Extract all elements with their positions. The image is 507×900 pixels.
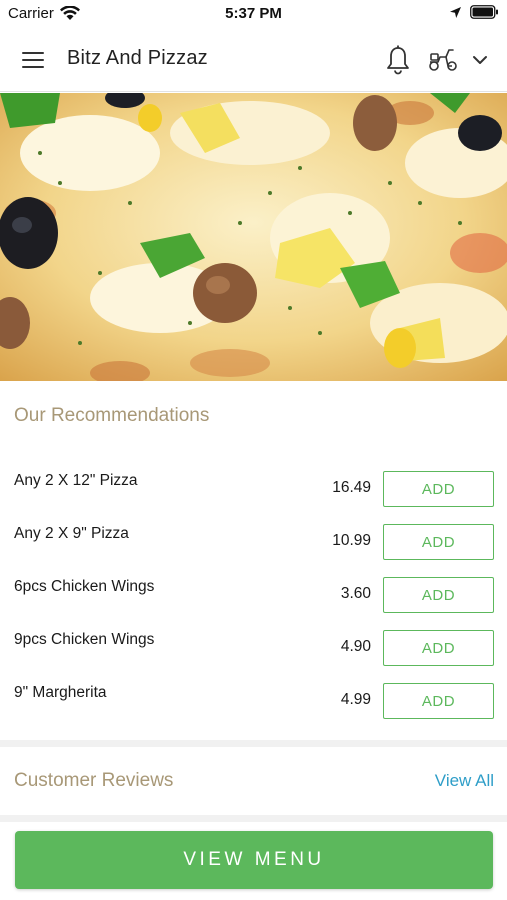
delivery-mode-button[interactable]	[427, 47, 459, 73]
item-price: 4.90	[340, 638, 371, 655]
recommendations-title: Our Recommendations	[14, 405, 210, 426]
list-item: 9" Margherita 4.99 ADD	[0, 672, 507, 725]
list-item: Any 2 X 9" Pizza 10.99 ADD	[0, 513, 507, 566]
item-name: 9" Margherita	[14, 684, 107, 701]
list-item: 6pcs Chicken Wings 3.60 ADD	[0, 566, 507, 619]
item-price: 4.99	[340, 691, 371, 708]
item-price: 3.60	[340, 585, 371, 602]
view-all-reviews-link[interactable]: View All	[435, 771, 494, 791]
item-name: Any 2 X 12" Pizza	[14, 472, 138, 489]
hero-pizza-image	[0, 93, 507, 381]
list-item: Any 2 X 12" Pizza 16.49 ADD	[0, 460, 507, 513]
app-header: Bitz And Pizzaz	[0, 28, 507, 92]
add-button[interactable]: ADD	[383, 577, 494, 613]
section-divider	[0, 815, 507, 822]
reviews-title: Customer Reviews	[14, 770, 174, 791]
location-dropdown-button[interactable]	[470, 50, 490, 70]
bell-icon	[387, 45, 409, 75]
menu-icon	[22, 52, 44, 68]
battery-icon	[470, 5, 498, 19]
notifications-button[interactable]	[384, 44, 412, 76]
recommendations-list: Any 2 X 12" Pizza 16.49 ADD Any 2 X 9" P…	[0, 460, 507, 725]
item-name: 9pcs Chicken Wings	[14, 631, 155, 648]
view-menu-button[interactable]: VIEW MENU	[15, 831, 493, 889]
menu-button[interactable]	[20, 48, 48, 72]
location-arrow-icon	[450, 6, 461, 18]
add-button[interactable]: ADD	[383, 630, 494, 666]
page-title: Bitz And Pizzaz	[67, 47, 208, 69]
list-item: 9pcs Chicken Wings 4.90 ADD	[0, 619, 507, 672]
item-price: 10.99	[332, 532, 371, 549]
add-button[interactable]: ADD	[383, 524, 494, 560]
section-divider	[0, 740, 507, 747]
item-name: 6pcs Chicken Wings	[14, 578, 155, 595]
add-button[interactable]: ADD	[383, 471, 494, 507]
status-time: 5:37 PM	[225, 5, 282, 22]
status-bar: Carrier 5:37 PM	[0, 0, 507, 28]
scooter-icon	[429, 49, 457, 71]
status-right	[449, 5, 499, 19]
item-price: 16.49	[332, 479, 371, 496]
pizza-illustration	[0, 93, 507, 381]
item-name: Any 2 X 9" Pizza	[14, 525, 129, 542]
add-button[interactable]: ADD	[383, 683, 494, 719]
chevron-down-icon	[473, 56, 487, 64]
